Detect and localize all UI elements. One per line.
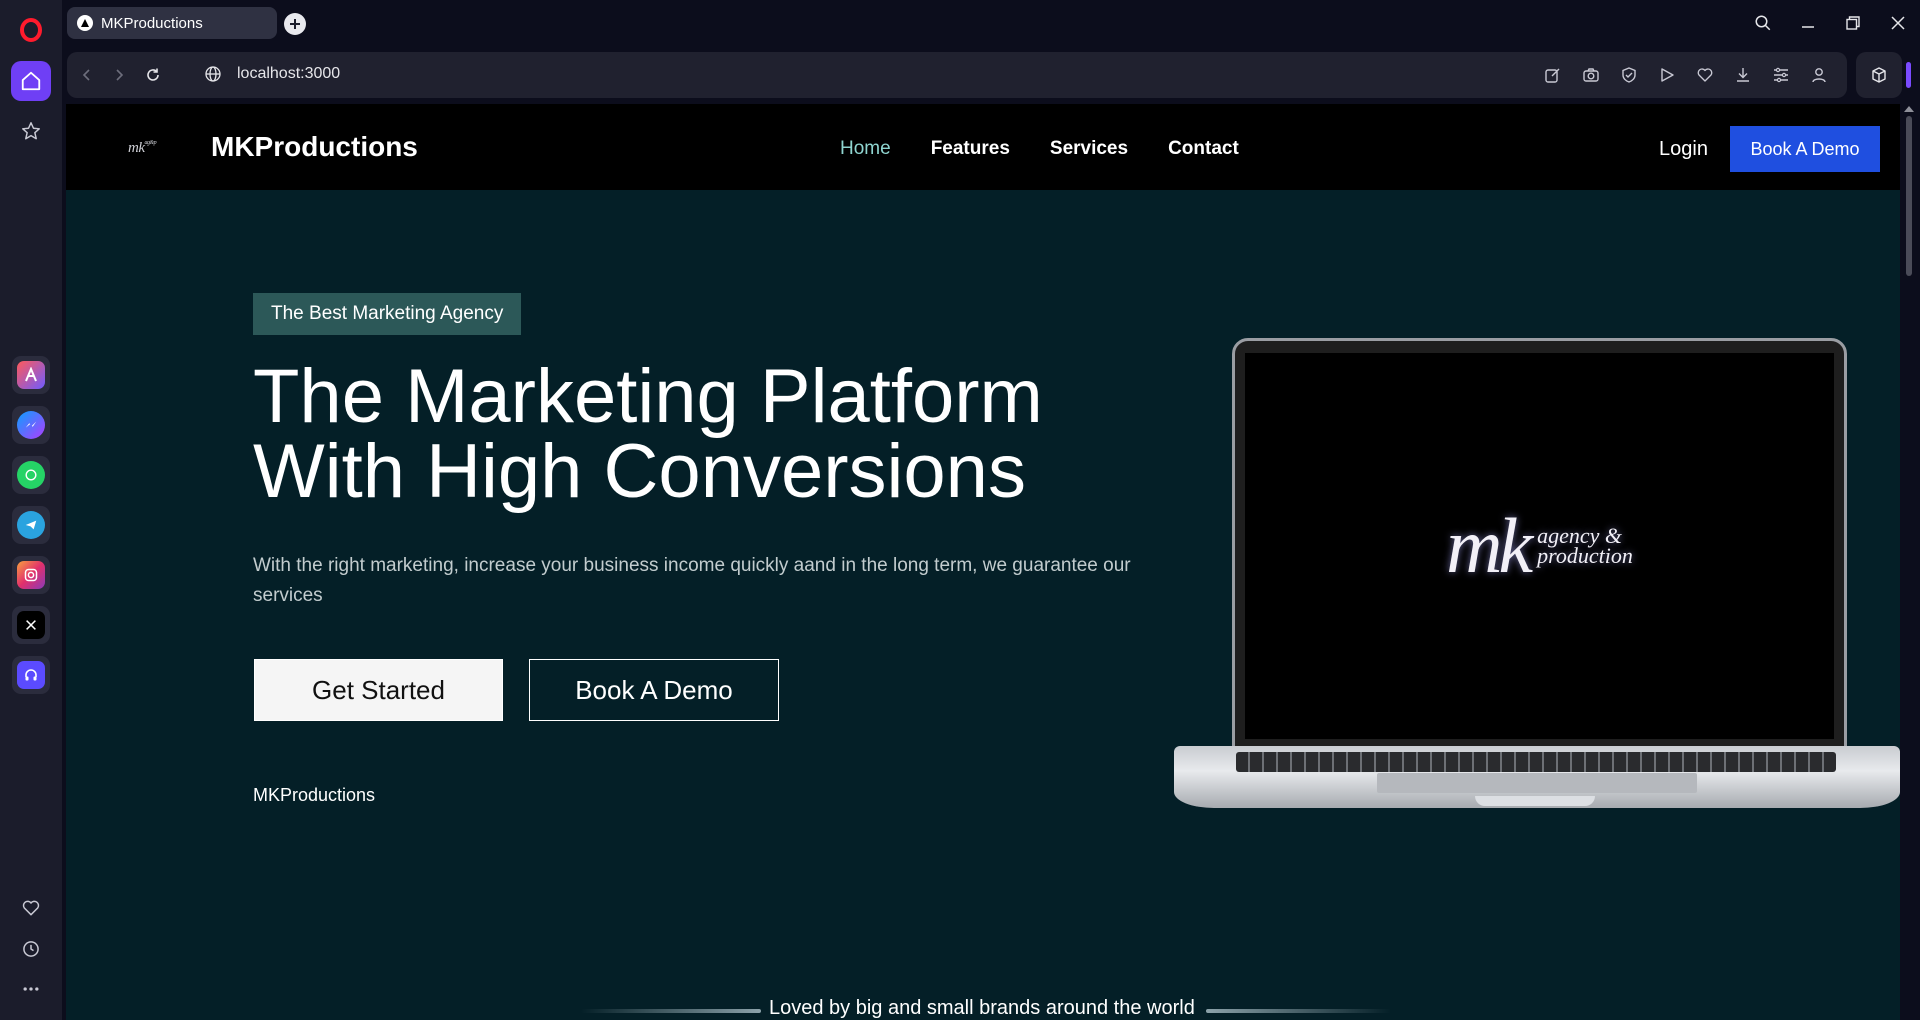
globe-icon: [204, 65, 222, 88]
site-header: mkag&p MKProductions Home Features Servi…: [66, 104, 1900, 190]
hero-badge: The Best Marketing Agency: [253, 293, 522, 335]
search-icon: [1755, 15, 1770, 31]
back-button[interactable]: [75, 63, 99, 87]
home-icon: [21, 71, 41, 91]
telegram-app[interactable]: [12, 506, 50, 544]
close-icon: [1890, 16, 1905, 30]
laptop-screen: mk agency & production: [1245, 353, 1834, 739]
address-bar: localhost:3000: [67, 52, 1847, 98]
messenger-app[interactable]: [12, 406, 50, 444]
minimize-button[interactable]: [1785, 0, 1830, 46]
laptop-keyboard: [1236, 752, 1836, 772]
browser-toolbar: [1535, 52, 1847, 98]
nav-services[interactable]: Services: [1050, 138, 1128, 160]
nav-home[interactable]: Home: [840, 138, 891, 160]
login-link[interactable]: Login: [1659, 138, 1708, 161]
brands-heading: Loved by big and small brands around the…: [769, 997, 1195, 1019]
window-controls: [1740, 0, 1920, 46]
browser-titlebar: MKProductions: [62, 0, 1920, 46]
new-tab-button[interactable]: [284, 13, 306, 35]
divider: [581, 1009, 761, 1013]
whatsapp-app[interactable]: [12, 456, 50, 494]
more-icon: [23, 987, 39, 991]
nav-contact[interactable]: Contact: [1168, 138, 1239, 160]
easy-setup-icon[interactable]: [1763, 57, 1799, 93]
download-icon[interactable]: [1725, 57, 1761, 93]
hero-brand-text: MKProductions: [253, 785, 376, 805]
hero-title-line2: With High Conversions: [253, 429, 1026, 514]
chevron-right-icon: [116, 69, 124, 81]
aria-icon: [17, 361, 45, 389]
account-icon[interactable]: [1801, 57, 1837, 93]
divider: [1206, 1009, 1391, 1013]
forward-button[interactable]: [107, 63, 131, 87]
page-scrollbar[interactable]: [1900, 104, 1920, 1020]
scroll-thumb[interactable]: [1906, 116, 1912, 276]
plus-icon: [290, 19, 300, 29]
play-icon[interactable]: [1649, 57, 1685, 93]
snapshot-edit-icon[interactable]: [1535, 57, 1571, 93]
home-button[interactable]: [11, 61, 51, 101]
laptop-lid: mk agency & production: [1232, 338, 1847, 750]
restore-icon: [1845, 16, 1860, 30]
hero-title-line1: The Marketing Platform: [253, 354, 1043, 439]
brand-name[interactable]: MKProductions: [211, 131, 418, 163]
laptop-image: mk agency & production: [1174, 338, 1900, 828]
header-book-demo-button[interactable]: Book A Demo: [1730, 126, 1880, 172]
heart-icon[interactable]: [1687, 57, 1723, 93]
telegram-icon: [17, 511, 45, 539]
chevron-left-icon: [82, 69, 90, 81]
opera-logo-icon[interactable]: [11, 10, 51, 50]
hero-subtitle: With the right marketing, increase your …: [253, 555, 1131, 606]
instagram-app[interactable]: [12, 556, 50, 594]
minimize-icon: [1801, 26, 1814, 28]
music-player-app[interactable]: [12, 656, 50, 694]
more-button[interactable]: [11, 969, 51, 1009]
brand-logo[interactable]: mkag&p: [128, 140, 157, 157]
instagram-icon: [17, 561, 45, 589]
search-tabs-button[interactable]: [1740, 0, 1785, 46]
x-icon: [17, 611, 45, 639]
messenger-icon: [17, 411, 45, 439]
heart-icon: [22, 900, 40, 916]
get-started-button[interactable]: Get Started: [254, 659, 503, 721]
music-player-icon: [17, 661, 45, 689]
camera-icon[interactable]: [1573, 57, 1609, 93]
extensions-button[interactable]: [1856, 52, 1902, 98]
restore-button[interactable]: [1830, 0, 1875, 46]
book-demo-button[interactable]: Book A Demo: [529, 659, 779, 721]
brands-section: Loved by big and small brands around the…: [66, 997, 1900, 1020]
reload-button[interactable]: [141, 63, 165, 87]
opera-sidebar: [0, 0, 62, 1020]
pinboards-button[interactable]: [11, 888, 51, 928]
tab-favicon-icon: [77, 15, 93, 31]
cube-icon: [1872, 67, 1886, 83]
laptop-trackpad: [1377, 773, 1697, 793]
laptop-notch: [1475, 796, 1595, 806]
screen-brand-logo: mk agency & production: [1446, 502, 1633, 589]
hero-title: The Marketing Platform With High Convers…: [253, 359, 1153, 510]
url-input[interactable]: localhost:3000: [237, 65, 340, 83]
history-button[interactable]: [11, 929, 51, 969]
browser-tab[interactable]: MKProductions: [67, 7, 277, 39]
whatsapp-icon: [17, 461, 45, 489]
main-nav: Home Features Services Contact: [840, 138, 1239, 160]
reload-icon: [147, 68, 159, 81]
history-icon: [23, 941, 39, 957]
star-icon: [22, 122, 40, 140]
bookmarks-button[interactable]: [11, 111, 51, 151]
aria-app[interactable]: [12, 356, 50, 394]
shield-icon[interactable]: [1611, 57, 1647, 93]
tab-title: MKProductions: [101, 14, 203, 32]
nav-features[interactable]: Features: [931, 138, 1010, 160]
laptop-base: [1174, 746, 1900, 808]
sidebar-accent: [1906, 62, 1911, 88]
page-viewport: mkag&p MKProductions Home Features Servi…: [66, 104, 1900, 1020]
scroll-up-icon[interactable]: [1904, 106, 1914, 112]
close-button[interactable]: [1875, 0, 1920, 46]
x-app[interactable]: [12, 606, 50, 644]
